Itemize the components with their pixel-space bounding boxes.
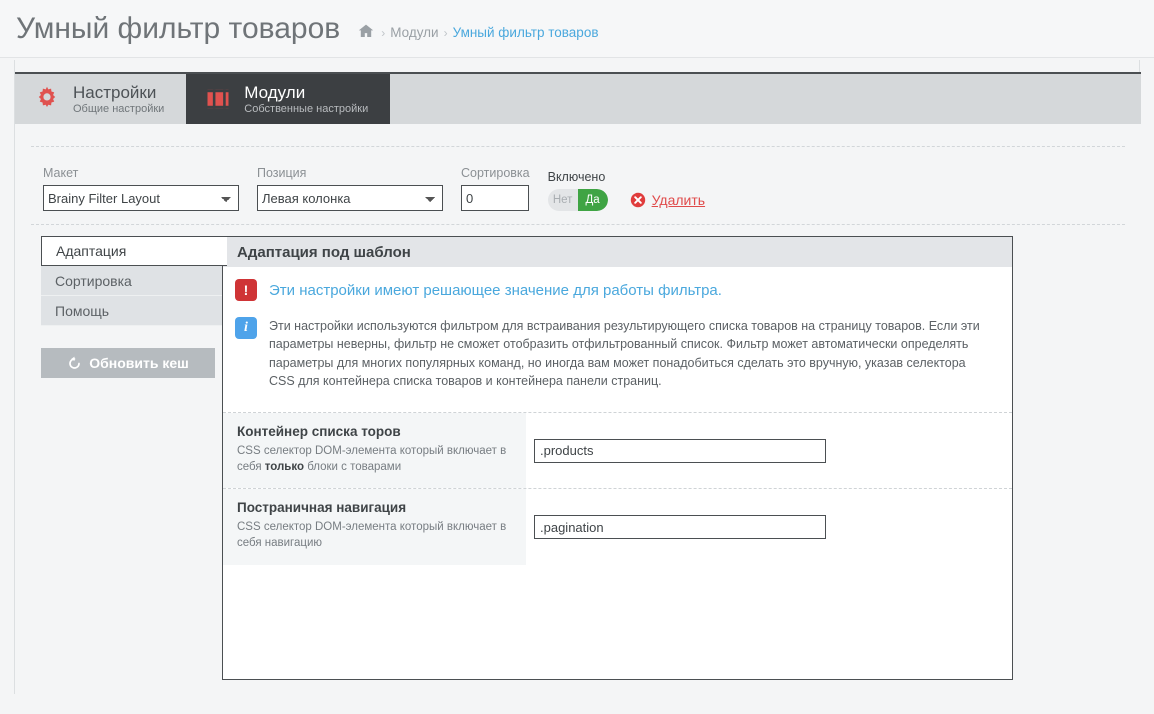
- enabled-toggle-off[interactable]: Нет: [548, 189, 578, 211]
- products-container-input[interactable]: [534, 438, 826, 463]
- sidebar-item-help[interactable]: Помощь: [41, 296, 225, 326]
- position-field: Позиция Левая колонка: [257, 166, 443, 211]
- delete-label: Удалить: [651, 192, 706, 208]
- setting-desc-bold: только: [264, 461, 305, 474]
- sidebar-item-label: Адаптация: [56, 243, 127, 259]
- setting-description: CSS селектор DOM-элемента который включа…: [237, 443, 512, 476]
- alert-info: i Эти настройки используются фильтром дл…: [223, 301, 1012, 390]
- tab-settings-subtitle: Общие настройки: [73, 103, 165, 116]
- position-label: Позиция: [257, 166, 307, 180]
- setting-row-products: Контейнер списка торов CSS селектор DOM-…: [223, 413, 1012, 489]
- breadcrumb-parent[interactable]: Модули: [390, 25, 438, 40]
- enabled-field: Включено Нет Да: [547, 170, 608, 211]
- alert-info-text: Эти настройки используются фильтром для …: [269, 319, 980, 388]
- tab-settings-text: Настройки Общие настройки: [73, 83, 164, 116]
- sidebar-item-label: Помощь: [55, 302, 110, 319]
- setting-desc-before: CSS селектор DOM-элемента который включа…: [237, 521, 507, 550]
- module-toolbar: Макет Brainy Filter Layout Позиция Левая…: [43, 166, 705, 211]
- tab-settings[interactable]: Настройки Общие настройки: [15, 74, 186, 124]
- setting-row-pagination-control: [526, 489, 1012, 565]
- layout-label: Макет: [43, 166, 79, 180]
- settings-sidenav: Адаптация Сортировка Помощь Обновить кеш: [41, 236, 227, 378]
- tab-modules-subtitle: Собственные настройки: [244, 103, 369, 116]
- home-icon[interactable]: [358, 23, 374, 42]
- refresh-cache-label: Обновить кеш: [89, 355, 189, 371]
- pagination-container-input[interactable]: [534, 515, 826, 539]
- setting-row-pagination-info: Постраничная навигация CSS селектор DOM-…: [223, 489, 526, 565]
- tab-modules[interactable]: Модули Собственные настройки: [186, 74, 391, 124]
- info-icon: i: [235, 317, 257, 339]
- alert-danger: ! Эти настройки имеют решающее значение …: [223, 267, 1012, 301]
- delete-circle-icon: [630, 192, 646, 208]
- sorting-label: Сортировка: [461, 166, 530, 180]
- breadcrumb-separator-1: ›: [381, 25, 386, 40]
- layout-select[interactable]: Brainy Filter Layout: [43, 185, 239, 211]
- breadcrumb-separator-2: ›: [443, 25, 448, 40]
- setting-title: Постраничная навигация: [237, 500, 407, 515]
- alert-danger-text: Эти настройки имеют решающее значение дл…: [269, 282, 722, 299]
- tab-settings-title: Настройки: [73, 82, 157, 102]
- page-title: Умный фильтр товаров: [16, 11, 341, 45]
- layout-icon: [204, 85, 232, 113]
- content-shell: Настройки Общие настройки Модули Собстве…: [14, 60, 1141, 694]
- sidebar-item-adaptation[interactable]: Адаптация: [41, 236, 227, 266]
- divider-middle: [31, 224, 1125, 225]
- tab-modules-text: Модули Собственные настройки: [244, 83, 368, 116]
- setting-desc-after: блоки с товарами: [304, 461, 402, 474]
- settings-list: Контейнер списка торов CSS селектор DOM-…: [223, 412, 1012, 565]
- refresh-icon: [67, 356, 82, 371]
- breadcrumb: › Модули › Умный фильтр товаров: [358, 15, 599, 42]
- setting-row-products-info: Контейнер списка торов CSS селектор DOM-…: [223, 413, 526, 488]
- gear-icon: [33, 85, 61, 113]
- layout-field: Макет Brainy Filter Layout: [43, 166, 239, 211]
- position-select[interactable]: Левая колонка: [257, 185, 443, 211]
- setting-description: CSS селектор DOM-элемента который включа…: [237, 519, 512, 552]
- tab-modules-title: Модули: [244, 82, 306, 102]
- setting-title: Контейнер списка торов: [237, 424, 401, 439]
- sidebar-item-label: Сортировка: [55, 272, 132, 289]
- enabled-toggle[interactable]: Нет Да: [547, 189, 608, 211]
- breadcrumb-current[interactable]: Умный фильтр товаров: [453, 25, 599, 40]
- setting-row-products-control: [526, 413, 1012, 488]
- enabled-toggle-on[interactable]: Да: [577, 189, 608, 211]
- delete-button[interactable]: Удалить: [630, 192, 705, 208]
- setting-row-pagination: Постраничная навигация CSS селектор DOM-…: [223, 489, 1012, 565]
- enabled-label: Включено: [547, 170, 606, 184]
- sorting-field: Сортировка: [461, 166, 530, 211]
- tab-bar: Настройки Общие настройки Модули Собстве…: [15, 72, 1141, 124]
- exclamation-icon: !: [235, 279, 257, 301]
- divider-top: [31, 146, 1125, 147]
- sidebar-item-sorting[interactable]: Сортировка: [41, 266, 225, 296]
- adaptation-panel: Адаптация под шаблон ! Эти настройки име…: [222, 236, 1013, 680]
- page-header: Умный фильтр товаров › Модули › Умный фи…: [0, 0, 1154, 58]
- body-area: Макет Brainy Filter Layout Позиция Левая…: [15, 124, 1141, 694]
- refresh-cache-button[interactable]: Обновить кеш: [41, 348, 215, 378]
- sorting-input[interactable]: [461, 185, 529, 211]
- panel-heading: Адаптация под шаблон: [223, 237, 1012, 267]
